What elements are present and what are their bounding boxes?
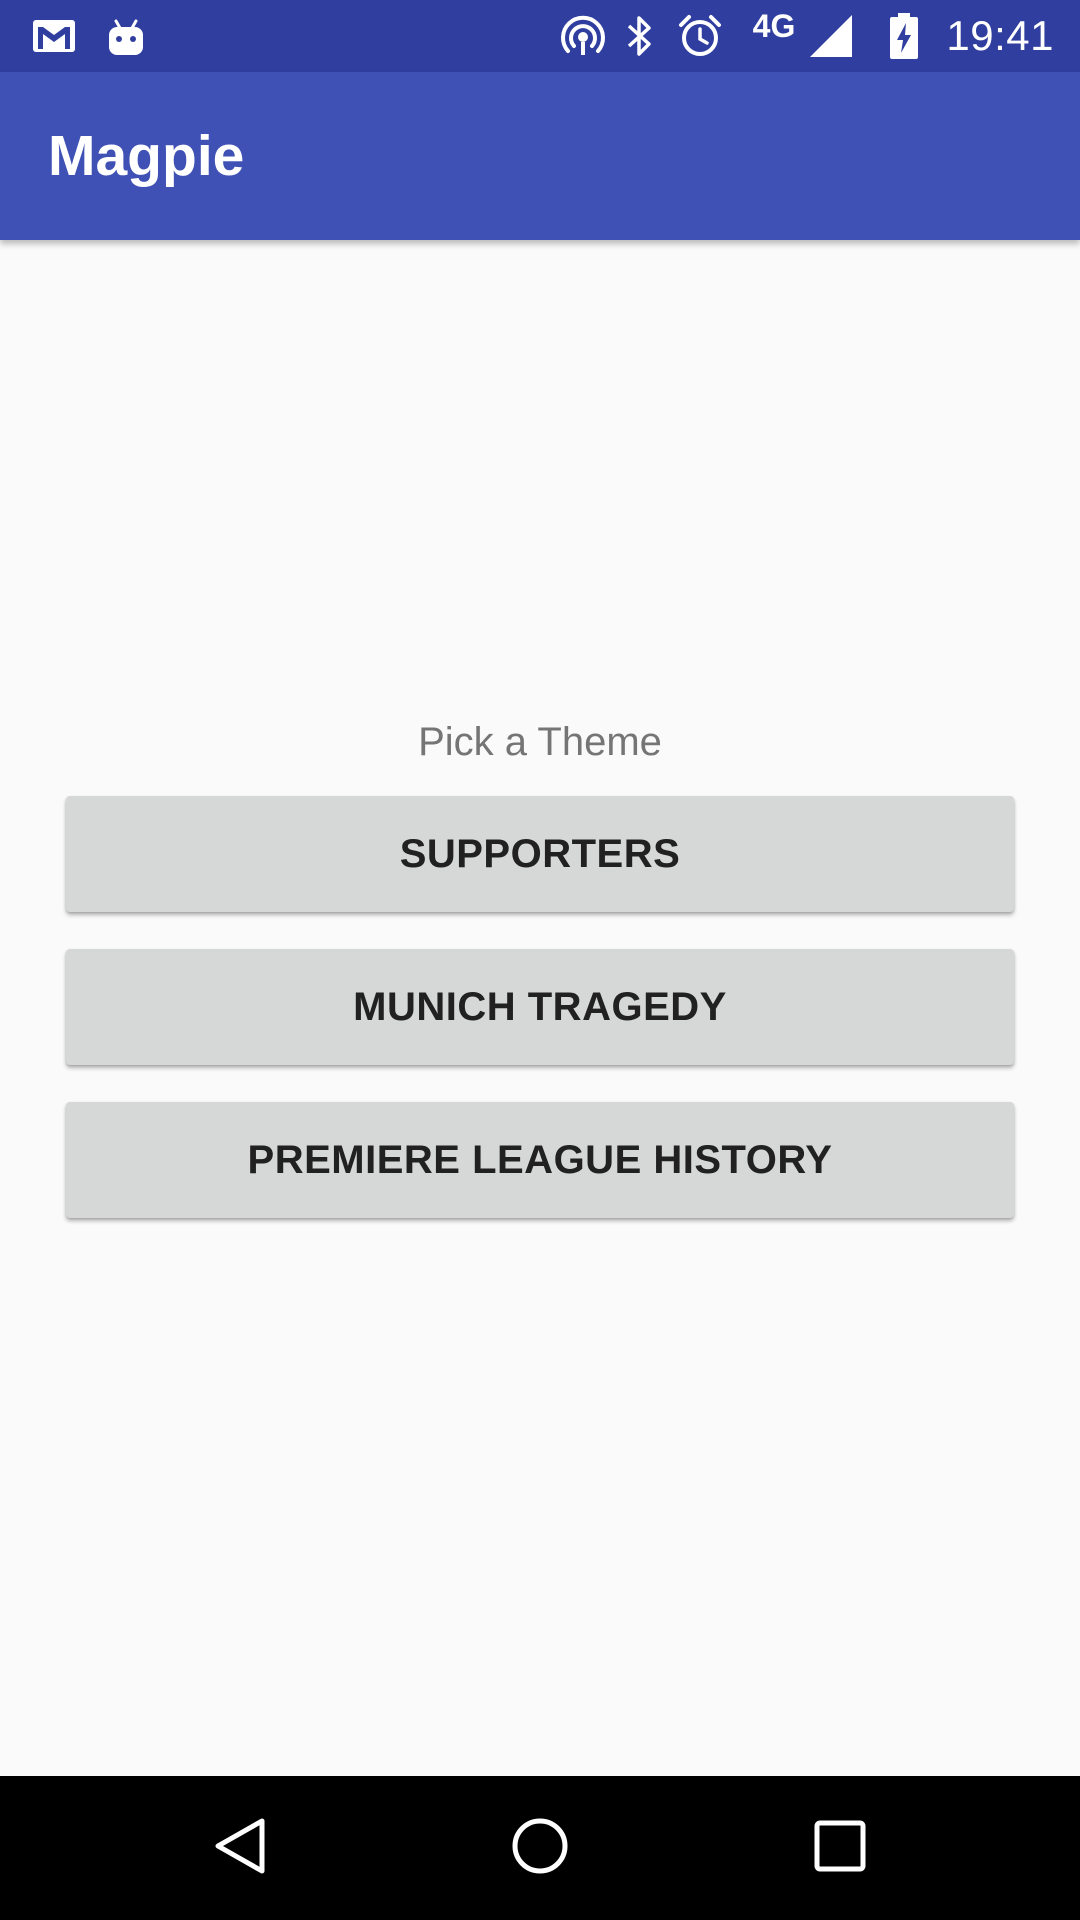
munich-tragedy-button[interactable]: MUNICH TRAGEDY (66, 949, 1014, 1065)
app-bar: Magpie (0, 72, 1080, 240)
navigation-bar (0, 1776, 1080, 1920)
premiere-league-history-button[interactable]: PREMIERE LEAGUE HISTORY (66, 1102, 1014, 1218)
gmail-icon (30, 0, 78, 72)
recents-button[interactable] (780, 1776, 900, 1920)
theme-prompt: Pick a Theme (418, 720, 662, 764)
alarm-icon (676, 0, 724, 72)
android-icon (104, 0, 148, 72)
hotspot-icon (558, 0, 608, 72)
network-type-label: 4G (752, 7, 796, 44)
status-time: 19:41 (946, 12, 1054, 59)
recents-icon (813, 1819, 867, 1878)
battery-charging-icon (886, 0, 922, 72)
back-button[interactable] (180, 1776, 300, 1920)
main-content: Pick a Theme SUPPORTERS MUNICH TRAGEDY P… (0, 240, 1080, 1776)
status-bar: 4G 19:41 (0, 0, 1080, 72)
supporters-button[interactable]: SUPPORTERS (66, 796, 1014, 912)
home-button[interactable] (480, 1776, 600, 1920)
back-icon (212, 1816, 268, 1881)
signal-icon (806, 0, 856, 72)
bluetooth-icon (622, 0, 658, 72)
home-icon (510, 1816, 570, 1881)
app-title: Magpie (48, 124, 245, 188)
